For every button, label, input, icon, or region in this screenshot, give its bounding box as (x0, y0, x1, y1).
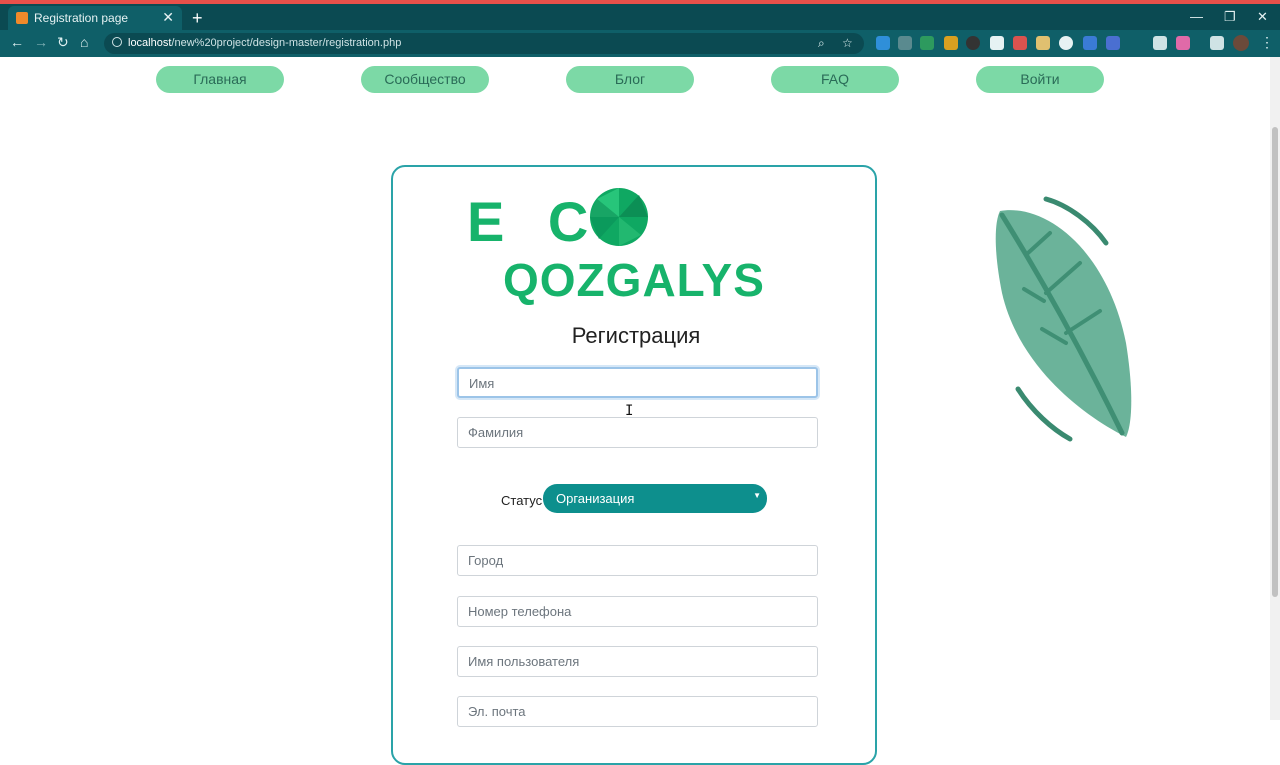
extension-icon[interactable] (1176, 36, 1190, 50)
extension-icon[interactable] (876, 36, 890, 50)
text-cursor-icon: I (625, 403, 634, 419)
reload-icon[interactable]: ↻ (57, 34, 69, 51)
extension-icon[interactable] (1083, 36, 1097, 50)
browser-toolbar: ← → ↻ ⌂ localhost/new%20project/design-m… (0, 30, 1280, 57)
browser-tab[interactable]: Registration page ✕ (8, 6, 182, 30)
tab-title: Registration page (34, 11, 129, 25)
extension-icon[interactable] (990, 36, 1004, 50)
browser-tab-bar: Registration page ✕ + — ❐ ✕ (0, 4, 1280, 30)
nav-home-button[interactable]: Главная (156, 66, 284, 93)
minimize-button[interactable]: — (1190, 9, 1203, 24)
scrollbar[interactable] (1270, 57, 1280, 720)
chevron-down-icon: ▼ (753, 491, 761, 500)
extension-icon[interactable] (1013, 36, 1027, 50)
email-input[interactable]: Эл. почта (457, 696, 818, 727)
page-title: Регистрация (571, 323, 701, 348)
menu-kebab-icon[interactable]: ⋮ (1260, 34, 1274, 51)
tab-close-icon[interactable]: ✕ (162, 9, 174, 26)
status-label: Статус (501, 493, 543, 508)
url-text: localhost/new%20project/design-master/re… (128, 37, 402, 49)
favicon-icon (16, 12, 28, 24)
site-info-icon[interactable] (112, 37, 122, 47)
nav-community-button[interactable]: Сообщество (361, 66, 489, 93)
new-tab-button[interactable]: + (192, 8, 203, 29)
nav-faq-button[interactable]: FAQ (771, 66, 899, 93)
reading-list-icon[interactable] (1210, 36, 1224, 50)
username-input[interactable]: Имя пользователя (457, 646, 818, 677)
address-bar[interactable]: localhost/new%20project/design-master/re… (104, 33, 864, 54)
zoom-icon[interactable]: ⌕ (818, 36, 825, 51)
leaf-illustration (995, 196, 1132, 442)
extension-icon[interactable] (944, 36, 958, 50)
registration-card: E C QOZGALYS Регистрация Имя Фамилия Ста… (391, 165, 877, 765)
nav-blog-button[interactable]: Блог (566, 66, 694, 93)
home-icon[interactable]: ⌂ (80, 34, 88, 50)
profile-avatar[interactable] (1233, 35, 1249, 51)
logo-globe-icon (590, 188, 648, 246)
last-name-input[interactable]: Фамилия (457, 417, 818, 448)
phone-input[interactable]: Номер телефона (457, 596, 818, 627)
forward-arrow-icon[interactable]: → (34, 34, 48, 50)
window-close-button[interactable]: ✕ (1257, 9, 1268, 25)
status-select[interactable]: Организация ▼ (543, 484, 767, 513)
city-input[interactable]: Город (457, 545, 818, 576)
nav-login-button[interactable]: Войти (976, 66, 1104, 93)
logo-text-qozgalys: QOZGALYS (503, 254, 765, 306)
screenshot-icon[interactable] (1153, 36, 1167, 50)
status-select-value: Организация (556, 491, 635, 506)
first-name-input[interactable]: Имя (457, 367, 818, 398)
extension-icon[interactable] (1059, 36, 1073, 50)
extension-icon[interactable] (1036, 36, 1050, 50)
back-arrow-icon[interactable]: ← (10, 34, 24, 50)
bookmark-star-icon[interactable]: ☆ (842, 36, 853, 50)
extension-icon[interactable] (898, 36, 912, 50)
page-content: Главная Сообщество Блог FAQ Войти E C QO… (0, 57, 1280, 765)
extension-icon[interactable] (966, 36, 980, 50)
extension-icon[interactable] (1106, 36, 1120, 50)
logo-text-ec: E C (467, 190, 603, 253)
extension-icon[interactable] (920, 36, 934, 50)
maximize-button[interactable]: ❐ (1224, 9, 1236, 25)
scrollbar-thumb[interactable] (1272, 127, 1278, 597)
